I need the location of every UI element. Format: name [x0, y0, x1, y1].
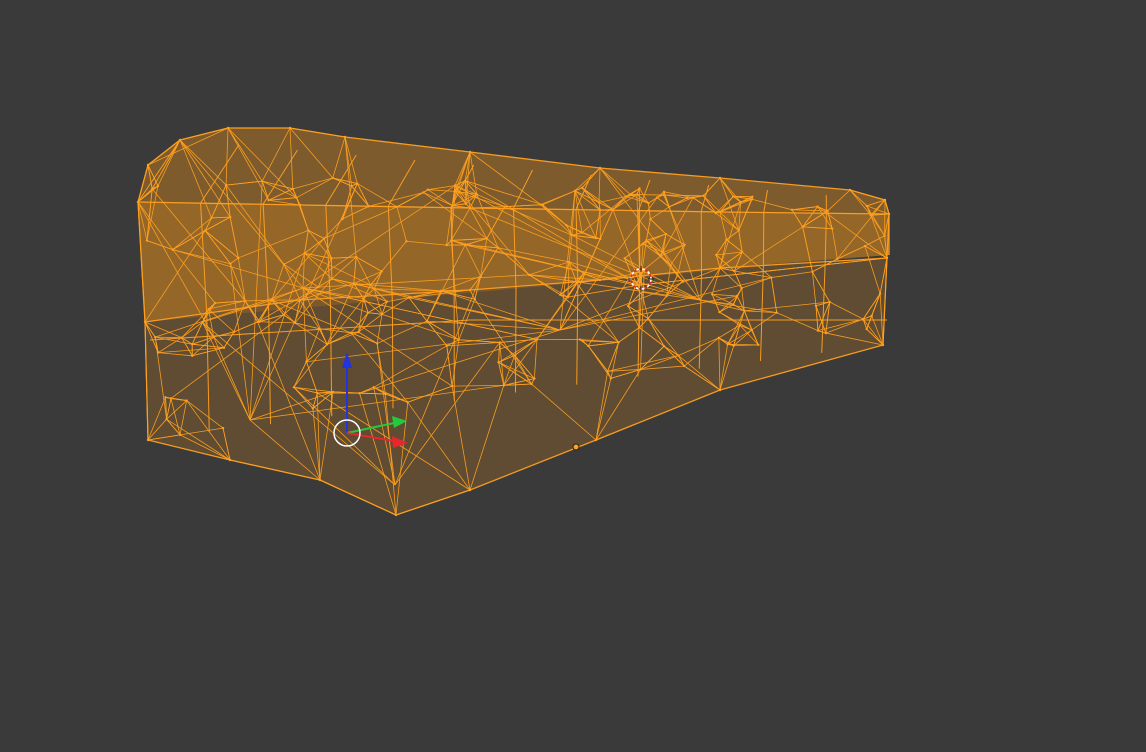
viewport-canvas[interactable] — [0, 0, 1146, 752]
3d-viewport[interactable] — [0, 0, 1146, 752]
object-origin-dot[interactable] — [572, 443, 580, 451]
mesh-faces — [138, 128, 889, 515]
